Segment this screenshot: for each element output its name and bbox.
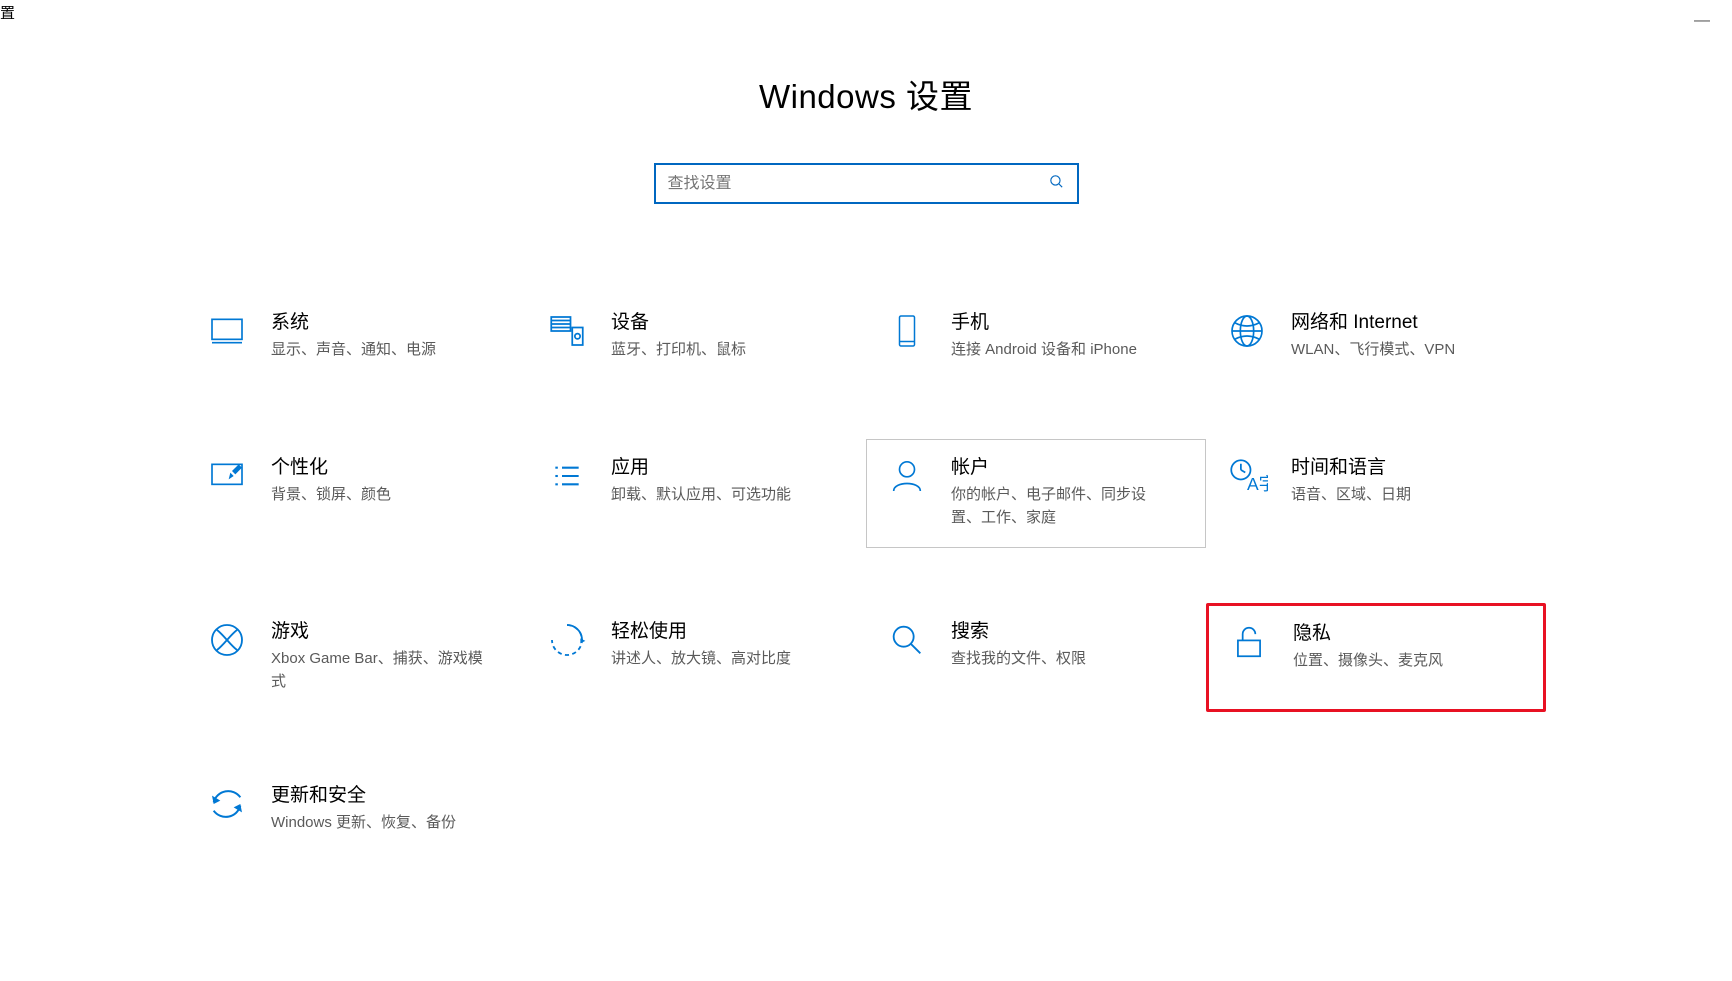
page-title: Windows 设置 (759, 70, 973, 118)
tile-title: 轻松使用 (611, 620, 791, 645)
tile-desc: 背景、锁屏、颜色 (271, 483, 391, 506)
tile-title: 设备 (611, 311, 746, 336)
tile-personalization[interactable]: 个性化 背景、锁屏、颜色 (186, 439, 526, 548)
tile-ease-of-access[interactable]: 轻松使用 讲述人、放大镜、高对比度 (526, 603, 866, 712)
tile-phone[interactable]: 手机 连接 Android 设备和 iPhone (866, 294, 1206, 384)
lock-icon (1227, 620, 1271, 664)
tile-title: 更新和安全 (271, 784, 456, 809)
tile-search[interactable]: 搜索 查找我的文件、权限 (866, 603, 1206, 712)
tile-desc: WLAN、飞行模式、VPN (1291, 338, 1455, 361)
tile-title: 游戏 (271, 620, 486, 645)
paintbrush-icon (205, 454, 249, 498)
tile-title: 时间和语言 (1291, 456, 1411, 481)
list-icon (545, 454, 589, 498)
phone-icon (885, 309, 929, 353)
magnifier-icon (885, 618, 929, 662)
person-icon (885, 454, 929, 498)
tile-update-security[interactable]: 更新和安全 Windows 更新、恢复、备份 (186, 767, 526, 857)
tile-time-language[interactable]: A字 时间和语言 语音、区域、日期 (1206, 439, 1546, 548)
tile-accounts[interactable]: 帐户 你的帐户、电子邮件、同步设置、工作、家庭 (866, 439, 1206, 548)
tile-desc: 卸载、默认应用、可选功能 (611, 483, 791, 506)
search-icon[interactable] (1048, 173, 1065, 195)
tile-desc: 语音、区域、日期 (1291, 483, 1411, 506)
tile-desc: 显示、声音、通知、电源 (271, 338, 436, 361)
search-input[interactable] (656, 175, 1077, 193)
display-icon (205, 309, 249, 353)
tile-desc: 查找我的文件、权限 (951, 647, 1086, 670)
tile-apps[interactable]: 应用 卸载、默认应用、可选功能 (526, 439, 866, 548)
tile-desc: 你的帐户、电子邮件、同步设置、工作、家庭 (951, 483, 1166, 530)
svg-text:A字: A字 (1247, 474, 1268, 494)
tile-title: 帐户 (951, 456, 1166, 481)
tile-devices[interactable]: 设备 蓝牙、打印机、鼠标 (526, 294, 866, 384)
sync-icon (205, 782, 249, 826)
tile-desc: 位置、摄像头、麦克风 (1293, 649, 1443, 672)
devices-icon (545, 309, 589, 353)
settings-home: Windows 设置 系统 显示、声音、通知、电源 (0, 0, 1732, 857)
tile-title: 搜索 (951, 620, 1086, 645)
tile-desc: 连接 Android 设备和 iPhone (951, 338, 1137, 361)
settings-grid: 系统 显示、声音、通知、电源 设备 蓝牙、打印机、鼠标 (186, 294, 1546, 857)
tile-privacy[interactable]: 隐私 位置、摄像头、麦克风 (1206, 603, 1546, 712)
tile-system[interactable]: 系统 显示、声音、通知、电源 (186, 294, 526, 384)
tile-desc: 蓝牙、打印机、鼠标 (611, 338, 746, 361)
ease-of-access-icon (545, 618, 589, 662)
tile-network[interactable]: 网络和 Internet WLAN、飞行模式、VPN (1206, 294, 1546, 384)
tile-desc: Windows 更新、恢复、备份 (271, 811, 456, 834)
search-box[interactable] (654, 163, 1079, 204)
tile-desc: Xbox Game Bar、捕获、游戏模式 (271, 647, 486, 694)
time-language-icon: A字 (1225, 454, 1269, 498)
xbox-icon (205, 618, 249, 662)
minimize-button[interactable]: — (1694, 12, 1710, 30)
tile-desc: 讲述人、放大镜、高对比度 (611, 647, 791, 670)
window-title-fragment: 置 (0, 2, 15, 23)
tile-title: 应用 (611, 456, 791, 481)
tile-title: 手机 (951, 311, 1137, 336)
globe-icon (1225, 309, 1269, 353)
tile-title: 系统 (271, 311, 436, 336)
tile-title: 个性化 (271, 456, 391, 481)
tile-title: 隐私 (1293, 622, 1443, 647)
tile-title: 网络和 Internet (1291, 311, 1455, 336)
tile-gaming[interactable]: 游戏 Xbox Game Bar、捕获、游戏模式 (186, 603, 526, 712)
